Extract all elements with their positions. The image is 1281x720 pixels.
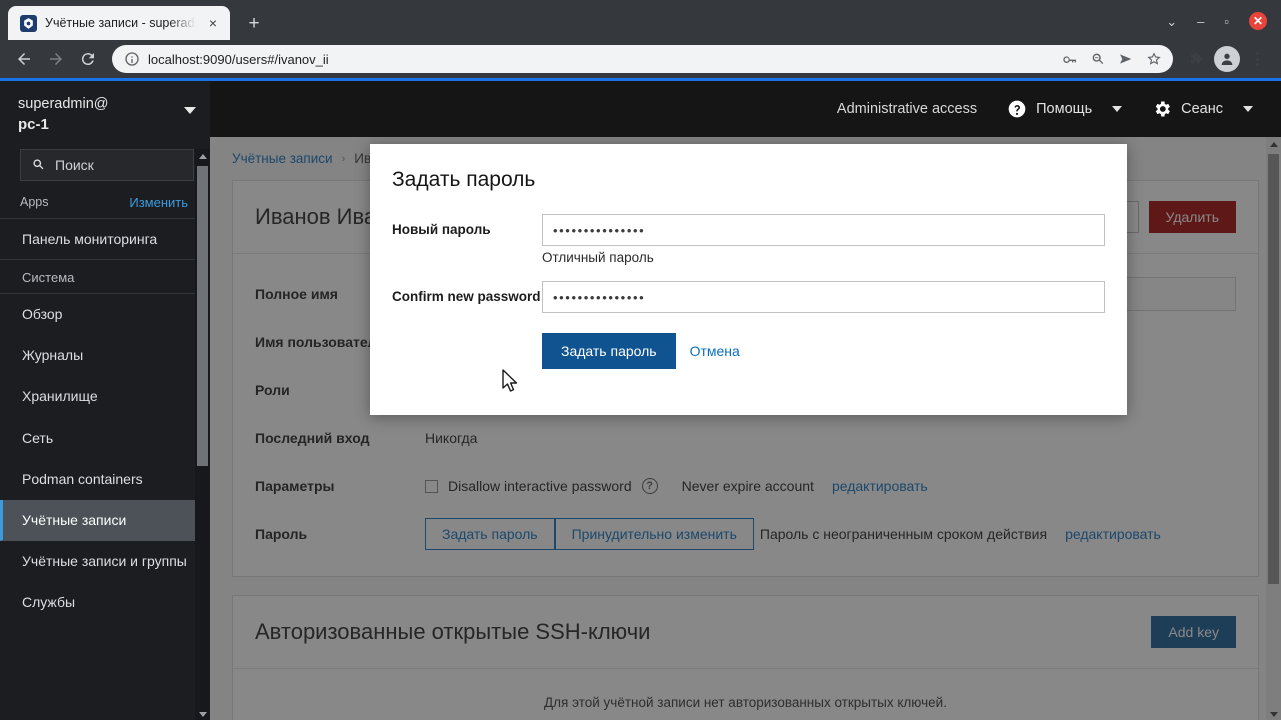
apps-label: Apps bbox=[20, 195, 49, 210]
zoom-out-icon[interactable] bbox=[1085, 46, 1111, 72]
chevron-down-icon[interactable]: ⌄ bbox=[1166, 15, 1177, 28]
set-password-dialog: Задать пароль Новый пароль •••••••••••••… bbox=[370, 144, 1127, 415]
extensions-puzzle-icon[interactable] bbox=[1183, 45, 1211, 73]
page-content: Учётные записи › Иванов Иван Иванович Ив… bbox=[210, 137, 1281, 720]
sidebar-user-label: superadmin@ bbox=[18, 96, 109, 112]
session-label: Сеанс bbox=[1181, 101, 1223, 117]
help-label: Помощь bbox=[1036, 101, 1093, 117]
kebab-menu-icon[interactable] bbox=[1243, 45, 1271, 73]
main-region: Administrative access Помощь Сеанс Учётн… bbox=[210, 81, 1281, 720]
sidebar-item-accounts[interactable]: Учётные записи bbox=[0, 499, 210, 542]
url-text: localhost:9090/users#/ivanov_ii bbox=[148, 51, 329, 67]
session-menu[interactable]: Сеанс bbox=[1152, 99, 1253, 119]
tab-title: Учётные записи - superadmin bbox=[45, 16, 196, 30]
search-icon bbox=[33, 159, 44, 170]
bookmark-star-icon[interactable] bbox=[1141, 46, 1167, 72]
sidebar-group-label: Система bbox=[22, 270, 75, 285]
sidebar-item-label: Сеть bbox=[22, 429, 54, 446]
cockpit-logo-icon bbox=[20, 14, 37, 32]
sidebar-item-label: Панель мониторинга bbox=[22, 230, 158, 247]
back-arrow-icon[interactable] bbox=[10, 45, 38, 73]
sidebar-item-storage[interactable]: Хранилище bbox=[0, 376, 210, 417]
profile-avatar-icon[interactable] bbox=[1213, 45, 1241, 73]
forward-arrow-icon[interactable] bbox=[42, 45, 70, 73]
scroll-up-icon[interactable] bbox=[195, 149, 210, 164]
mouse-cursor bbox=[502, 369, 518, 392]
cancel-button[interactable]: Отмена bbox=[690, 343, 740, 359]
dialog-actions: Задать пароль Отмена bbox=[392, 333, 1105, 369]
confirm-password-input[interactable]: ••••••••••••••• bbox=[542, 281, 1105, 313]
sidebar-host-switcher[interactable]: superadmin@ pc-1 bbox=[0, 81, 210, 145]
browser-chrome: Учётные записи - superadmin × + ⌄ – ▫ ✕ … bbox=[0, 0, 1281, 81]
sidebar-item-label: Podman containers bbox=[22, 470, 143, 487]
avatar bbox=[1214, 46, 1240, 72]
scroll-down-icon[interactable] bbox=[195, 707, 210, 720]
info-circle-icon[interactable] bbox=[124, 51, 140, 67]
sidebar-scrollbar[interactable] bbox=[195, 149, 210, 720]
sidebar-item-label: Хранилище bbox=[22, 388, 98, 405]
sidebar-item-dashboard[interactable]: Панель мониторинга bbox=[0, 219, 210, 260]
sidebar-search-wrap: Поиск bbox=[0, 145, 210, 191]
sidebar-item-label: Журналы bbox=[22, 347, 84, 364]
sidebar-group-system: Система bbox=[0, 260, 210, 294]
sidebar: superadmin@ pc-1 Поиск Apps Изменить Пан… bbox=[0, 81, 210, 720]
new-password-input[interactable]: ••••••••••••••• bbox=[542, 214, 1105, 246]
cockpit-app: superadmin@ pc-1 Поиск Apps Изменить Пан… bbox=[0, 81, 1281, 720]
new-password-row: Новый пароль ••••••••••••••• Отличный па… bbox=[392, 214, 1105, 265]
sidebar-item-network[interactable]: Сеть bbox=[0, 418, 210, 459]
tab-strip: Учётные записи - superadmin × + ⌄ – ▫ ✕ bbox=[0, 0, 1281, 40]
key-icon[interactable] bbox=[1057, 46, 1083, 72]
sidebar-item-services[interactable]: Службы bbox=[0, 582, 210, 623]
sidebar-item-label: Учётные записи и группы bbox=[22, 553, 187, 570]
sidebar-host-label: pc-1 bbox=[18, 115, 49, 133]
toolbar-right bbox=[1183, 45, 1271, 73]
new-tab-button[interactable]: + bbox=[240, 9, 268, 37]
sidebar-item-label: Службы bbox=[22, 594, 76, 611]
password-strength-text: Отличный пароль bbox=[542, 250, 654, 265]
sidebar-item-label: Обзор bbox=[22, 306, 63, 322]
minimize-button[interactable]: – bbox=[1197, 15, 1204, 28]
sidebar-item-podman-containers[interactable]: Podman containers bbox=[0, 459, 210, 500]
search-placeholder: Поиск bbox=[55, 156, 94, 173]
window-close-button[interactable]: ✕ bbox=[1249, 12, 1267, 30]
sidebar-item-overview[interactable]: Обзор bbox=[0, 294, 210, 335]
chevron-down-icon[interactable] bbox=[1243, 106, 1253, 112]
sidebar-item-label: Учётные записи bbox=[22, 511, 127, 528]
submit-set-password-button[interactable]: Задать пароль bbox=[542, 333, 676, 369]
gear-icon bbox=[1155, 101, 1171, 117]
maximize-button[interactable]: ▫ bbox=[1224, 15, 1229, 28]
dialog-title: Задать пароль bbox=[392, 168, 536, 191]
send-icon[interactable] bbox=[1113, 46, 1139, 72]
close-icon[interactable]: × bbox=[204, 14, 222, 32]
chevron-down-icon[interactable] bbox=[184, 107, 196, 114]
sidebar-item-logs[interactable]: Журналы bbox=[0, 335, 210, 376]
confirm-password-row: Confirm new password ••••••••••••••• bbox=[392, 281, 1105, 313]
address-bar[interactable]: localhost:9090/users#/ivanov_ii bbox=[112, 45, 1173, 73]
top-navbar: Administrative access Помощь Сеанс bbox=[210, 81, 1281, 137]
help-menu[interactable]: Помощь bbox=[1007, 99, 1123, 119]
chevron-down-icon[interactable] bbox=[1112, 106, 1123, 112]
new-password-label: Новый пароль bbox=[392, 222, 491, 237]
confirm-password-label: Confirm new password bbox=[392, 289, 541, 304]
window-controls: ⌄ – ▫ ✕ bbox=[1166, 12, 1281, 40]
search-input[interactable]: Поиск bbox=[20, 148, 194, 181]
edit-apps-link[interactable]: Изменить bbox=[129, 195, 188, 210]
sidebar-apps-header: Apps Изменить bbox=[0, 191, 210, 219]
administrative-access-button[interactable]: Administrative access bbox=[837, 101, 977, 117]
reload-icon[interactable] bbox=[74, 45, 102, 73]
browser-tab[interactable]: Учётные записи - superadmin × bbox=[8, 6, 230, 40]
scrollbar-thumb[interactable] bbox=[197, 166, 208, 466]
sidebar-item-accounts-and-groups[interactable]: Учётные записи и группы bbox=[0, 541, 210, 582]
omnibox-icons bbox=[1057, 46, 1167, 72]
browser-toolbar: localhost:9090/users#/ivanov_ii bbox=[0, 40, 1281, 78]
help-circle-icon bbox=[1008, 100, 1026, 118]
